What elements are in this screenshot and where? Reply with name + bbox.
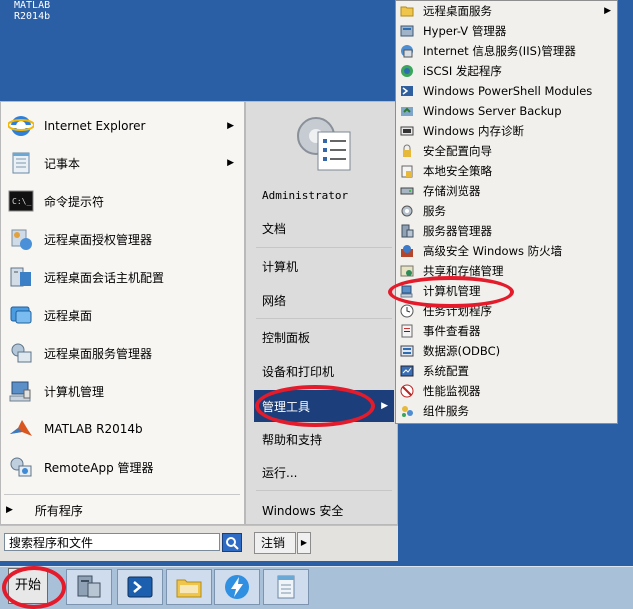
places-computer[interactable]: 计算机: [254, 251, 394, 281]
places-administrator[interactable]: Administrator: [254, 180, 394, 210]
expand-arrow-icon: ▶: [6, 505, 13, 515]
program-item-notepad[interactable]: 记事本 ▶: [2, 145, 242, 181]
places-separator: [256, 318, 392, 319]
submenu-item-system-config[interactable]: 系统配置: [397, 361, 615, 381]
matlab-icon: [6, 415, 36, 443]
local-security-icon: [399, 163, 415, 179]
event-viewer-icon: [399, 323, 415, 339]
rd-services-icon: [6, 339, 36, 367]
shutdown-options-arrow-icon[interactable]: ▶: [297, 532, 311, 554]
rd-license-icon: [6, 225, 36, 253]
server-manager-small-icon: [399, 223, 415, 239]
places-documents[interactable]: 文档: [254, 213, 394, 243]
program-item-rd-session-host[interactable]: 远程桌面会话主机配置: [2, 259, 242, 295]
iscsi-icon: [399, 63, 415, 79]
places-separator: [256, 247, 392, 248]
submenu-item-iis[interactable]: Internet 信息服务(IIS)管理器: [397, 41, 615, 61]
all-programs-button[interactable]: ▶ 所有程序: [0, 495, 245, 525]
desktop-matlab-label[interactable]: MATLAB R2014b: [14, 0, 50, 22]
hyperv-icon: [399, 23, 415, 39]
svg-text:C:\_: C:\_: [12, 197, 31, 206]
program-item-remoteapp[interactable]: RemoteApp 管理器: [2, 449, 242, 485]
performance-monitor-icon: [399, 383, 415, 399]
share-storage-icon: [399, 263, 415, 279]
magnifier-icon[interactable]: [222, 533, 242, 552]
remoteapp-icon: [6, 453, 36, 481]
folder-icon: [399, 3, 415, 19]
submenu-item-security-wizard[interactable]: 安全配置向导: [397, 141, 615, 161]
submenu-arrow-icon: ▶: [604, 6, 611, 16]
program-item-rd-license[interactable]: 远程桌面授权管理器: [2, 221, 242, 257]
ie-icon: [6, 112, 36, 140]
task-scheduler-icon: [399, 303, 415, 319]
remote-desktop-icon: [6, 301, 36, 329]
submenu-item-event-viewer[interactable]: 事件查看器: [397, 321, 615, 341]
highlight-admin-tools-annotation: [255, 385, 375, 427]
component-services-icon: [399, 403, 415, 419]
program-item-remote-desktop[interactable]: 远程桌面: [2, 297, 242, 333]
places-network[interactable]: 网络: [254, 285, 394, 315]
submenu-item-remote-desktop-services[interactable]: 远程桌面服务 ▶: [397, 1, 615, 21]
memory-diagnostic-icon: [399, 123, 415, 139]
submenu-item-firewall[interactable]: 高级安全 Windows 防火墙: [397, 241, 615, 261]
submenu-item-server-backup[interactable]: Windows Server Backup: [397, 101, 615, 121]
security-wizard-icon: [399, 143, 415, 159]
iis-icon: [399, 43, 415, 59]
places-control-panel[interactable]: 控制面板: [254, 322, 394, 352]
odbc-icon: [399, 343, 415, 359]
places-devices-printers[interactable]: 设备和打印机: [254, 356, 394, 386]
highlight-start-button-annotation: [2, 566, 66, 609]
submenu-item-local-security-policy[interactable]: 本地安全策略: [397, 161, 615, 181]
server-manager-icon[interactable]: [66, 569, 112, 605]
highlight-computer-management-annotation: [388, 276, 514, 308]
firewall-icon: [399, 243, 415, 259]
submenu-arrow-icon: ▶: [227, 158, 234, 168]
submenu-item-services[interactable]: 服务: [397, 201, 615, 221]
places-separator: [256, 490, 392, 491]
submenu-arrow-icon: ▶: [381, 401, 388, 411]
submenu-item-iscsi[interactable]: iSCSI 发起程序: [397, 61, 615, 81]
computer-management-icon: [6, 377, 36, 405]
program-item-matlab[interactable]: MATLAB R2014b: [2, 411, 242, 447]
submenu-item-server-manager[interactable]: 服务器管理器: [397, 221, 615, 241]
submenu-item-component-services[interactable]: 组件服务: [397, 401, 615, 421]
lightning-icon[interactable]: [214, 569, 260, 605]
places-windows-security[interactable]: Windows 安全: [254, 495, 394, 525]
submenu-item-performance-monitor[interactable]: 性能监视器: [397, 381, 615, 401]
submenu-item-storage-explorer[interactable]: 存储浏览器: [397, 181, 615, 201]
notepad-taskbar-icon[interactable]: [263, 569, 309, 605]
submenu-item-hyperv[interactable]: Hyper-V 管理器: [397, 21, 615, 41]
cmd-icon: C:\_: [6, 187, 36, 215]
program-item-cmd[interactable]: C:\_ 命令提示符: [2, 183, 242, 219]
services-icon: [399, 203, 415, 219]
places-help-support[interactable]: 帮助和支持: [254, 424, 394, 454]
program-item-internet-explorer[interactable]: Internet Explorer ▶: [2, 108, 242, 144]
submenu-item-powershell-modules[interactable]: Windows PowerShell Modules: [397, 81, 615, 101]
search-input[interactable]: 搜索程序和文件: [4, 533, 220, 551]
program-item-rd-services[interactable]: 远程桌面服务管理器: [2, 335, 242, 371]
places-run[interactable]: 运行...: [254, 457, 394, 487]
rd-session-host-icon: [6, 263, 36, 291]
notepad-icon: [6, 149, 36, 177]
powershell-modules-icon: [399, 83, 415, 99]
storage-explorer-icon: [399, 183, 415, 199]
submenu-item-memory-diagnostic[interactable]: Windows 内存诊断: [397, 121, 615, 141]
program-item-computer-management[interactable]: 计算机管理: [2, 373, 242, 409]
system-config-icon: [399, 363, 415, 379]
logoff-button[interactable]: 注销: [254, 532, 296, 554]
submenu-item-odbc[interactable]: 数据源(ODBC): [397, 341, 615, 361]
backup-icon: [399, 103, 415, 119]
submenu-arrow-icon: ▶: [227, 121, 234, 131]
explorer-folder-icon[interactable]: [166, 569, 212, 605]
user-picture: [294, 110, 354, 172]
powershell-icon[interactable]: [117, 569, 163, 605]
